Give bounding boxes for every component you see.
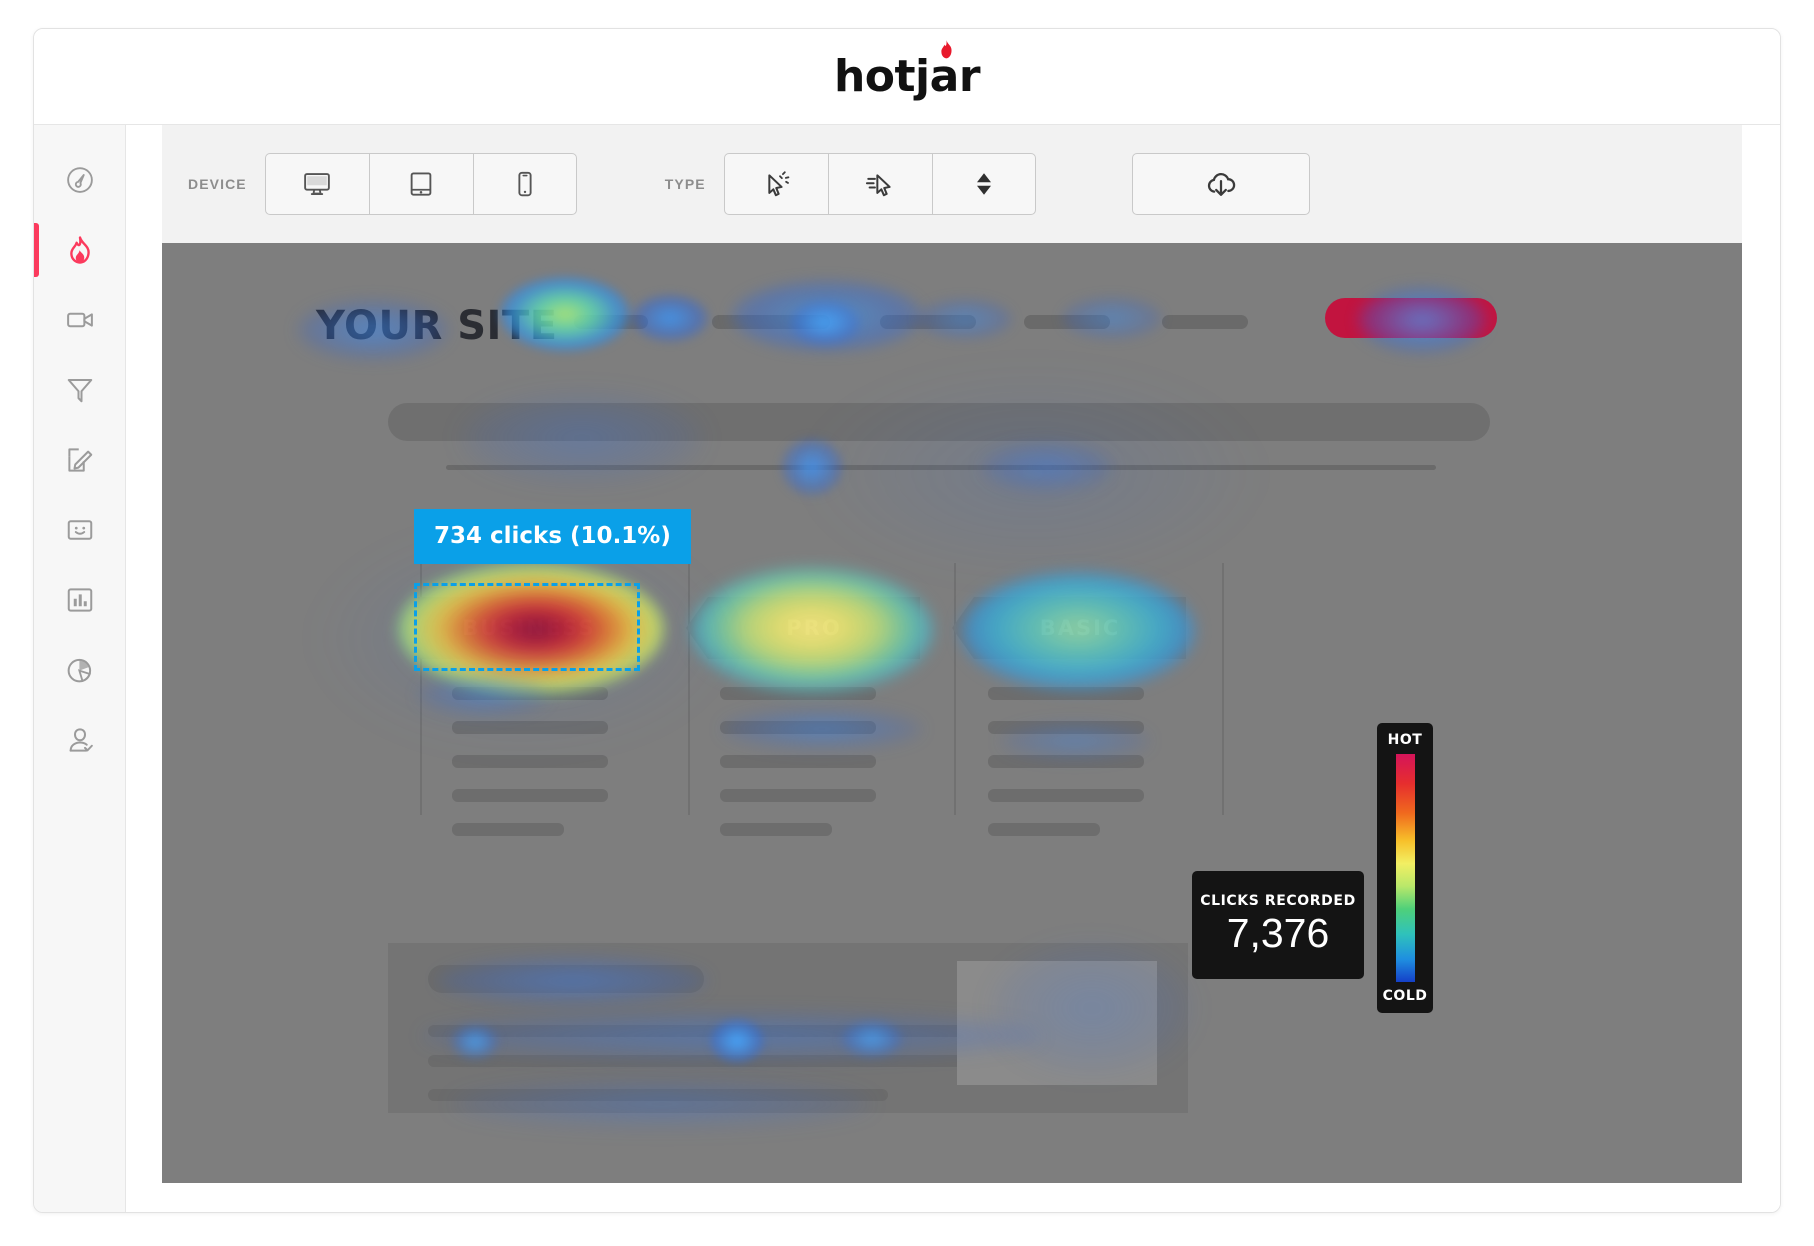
mobile-icon — [518, 171, 532, 197]
left-sidebar — [34, 125, 126, 1212]
divider-rule — [446, 465, 1436, 470]
sidebar-item-recruit[interactable] — [34, 705, 125, 775]
nav-item-4[interactable] — [1024, 315, 1110, 329]
sidebar-item-recordings[interactable] — [34, 285, 125, 355]
type-scroll-button[interactable] — [931, 153, 1036, 215]
sidebar-item-funnels[interactable] — [34, 355, 125, 425]
clicks-recorded-badge: CLICKS RECORDED 7,376 — [1192, 871, 1364, 979]
pencil-square-icon — [67, 448, 92, 472]
app-header: hotjar — [34, 29, 1780, 125]
nav-item-1[interactable] — [574, 315, 648, 329]
image-placeholder — [957, 961, 1157, 1085]
flame-icon — [69, 236, 90, 264]
plan-banner-basic[interactable]: BASIC — [952, 597, 1186, 659]
plan-label-pro: PRO — [786, 616, 842, 640]
feature-line — [452, 789, 608, 802]
feature-line — [988, 823, 1100, 836]
feature-line — [720, 755, 876, 768]
sidebar-item-polls[interactable] — [34, 565, 125, 635]
type-move-button[interactable] — [827, 153, 932, 215]
bottom-text-line — [428, 1055, 980, 1067]
site-mock: YOUR SITE BUSINESS PRO BASIC — [162, 243, 1744, 1183]
scroll-arrows-icon — [976, 173, 991, 195]
heatmap-viewport[interactable]: YOUR SITE BUSINESS PRO BASIC 734 clicks … — [162, 243, 1744, 1183]
smiley-box-icon — [67, 520, 92, 540]
feature-line — [452, 823, 564, 836]
bar-chart-icon — [67, 588, 92, 612]
bottom-text-line — [428, 1089, 888, 1101]
device-button-group — [264, 153, 577, 215]
clicks-recorded-label: CLICKS RECORDED — [1200, 893, 1356, 910]
logo-text: hotjar — [833, 50, 981, 102]
type-click-button[interactable] — [723, 153, 828, 215]
feature-line — [720, 789, 876, 802]
type-button-group — [723, 153, 1036, 215]
bottom-text-line — [428, 1025, 988, 1037]
legend-hot-label: HOT — [1387, 732, 1423, 748]
feature-line — [988, 789, 1144, 802]
feature-line — [452, 721, 608, 734]
flame-dot-icon — [941, 39, 952, 58]
heatmap-panel: DEVICE TYPE YOUR SITE BUSINESS PRO BASIC… — [162, 125, 1744, 1212]
nav-item-2[interactable] — [712, 315, 830, 329]
sidebar-item-forms[interactable] — [34, 425, 125, 495]
sidebar-item-dashboard[interactable] — [34, 145, 125, 215]
heatmap-toolbar: DEVICE TYPE — [162, 125, 1744, 243]
hero-bar — [388, 403, 1490, 441]
feature-line — [988, 687, 1144, 700]
device-tablet-button[interactable] — [368, 153, 473, 215]
content-panel: DEVICE TYPE YOUR SITE BUSINESS PRO BASIC… — [126, 125, 1780, 1212]
sidebar-item-feedback[interactable] — [34, 495, 125, 565]
pie-chart-icon — [67, 658, 91, 683]
hotjar-logo: hotjar — [834, 39, 981, 99]
selected-element-outline[interactable] — [414, 583, 640, 671]
click-cursor-icon — [768, 171, 790, 197]
content-right-margin — [1742, 125, 1780, 1212]
feature-line — [720, 687, 876, 700]
legend-cold-label: COLD — [1382, 988, 1428, 1004]
funnel-icon — [67, 379, 92, 403]
sidebar-item-surveys[interactable] — [34, 635, 125, 705]
plan-banner-pro[interactable]: PRO — [686, 597, 920, 659]
clicks-recorded-value: 7,376 — [1226, 910, 1330, 957]
cta-button[interactable] — [1325, 298, 1497, 338]
column-divider-4 — [1222, 563, 1224, 815]
device-label: DEVICE — [188, 176, 247, 192]
site-title: YOUR SITE — [316, 303, 558, 349]
device-desktop-button[interactable] — [264, 153, 369, 215]
feature-line — [988, 721, 1144, 734]
nav-item-3[interactable] — [880, 315, 976, 329]
device-mobile-button[interactable] — [472, 153, 577, 215]
bottom-heading-bar — [428, 965, 704, 993]
move-cursor-icon — [866, 174, 891, 197]
type-label: TYPE — [664, 176, 706, 192]
feature-line — [988, 755, 1144, 768]
download-button[interactable] — [1131, 153, 1310, 215]
legend-gradient-bar — [1395, 754, 1415, 982]
feature-line — [452, 687, 608, 700]
user-check-icon — [69, 728, 93, 752]
nav-item-5[interactable] — [1162, 315, 1248, 329]
app-window: hotjar DEVICE TYPE YOUR SITE BUSINESS PR… — [33, 28, 1781, 1213]
feature-line — [720, 823, 832, 836]
feature-line — [452, 755, 608, 768]
heat-scale-legend: HOT COLD — [1377, 723, 1433, 1013]
plan-label-basic: BASIC — [1039, 616, 1121, 640]
desktop-icon — [304, 173, 331, 195]
feature-line — [720, 721, 876, 734]
video-camera-icon — [66, 312, 93, 328]
clicks-tooltip: 734 clicks (10.1%) — [414, 509, 691, 564]
cloud-download-icon — [1207, 173, 1235, 196]
sidebar-item-heatmaps[interactable] — [34, 215, 125, 285]
tablet-icon — [410, 172, 432, 196]
gauge-icon — [66, 167, 93, 193]
